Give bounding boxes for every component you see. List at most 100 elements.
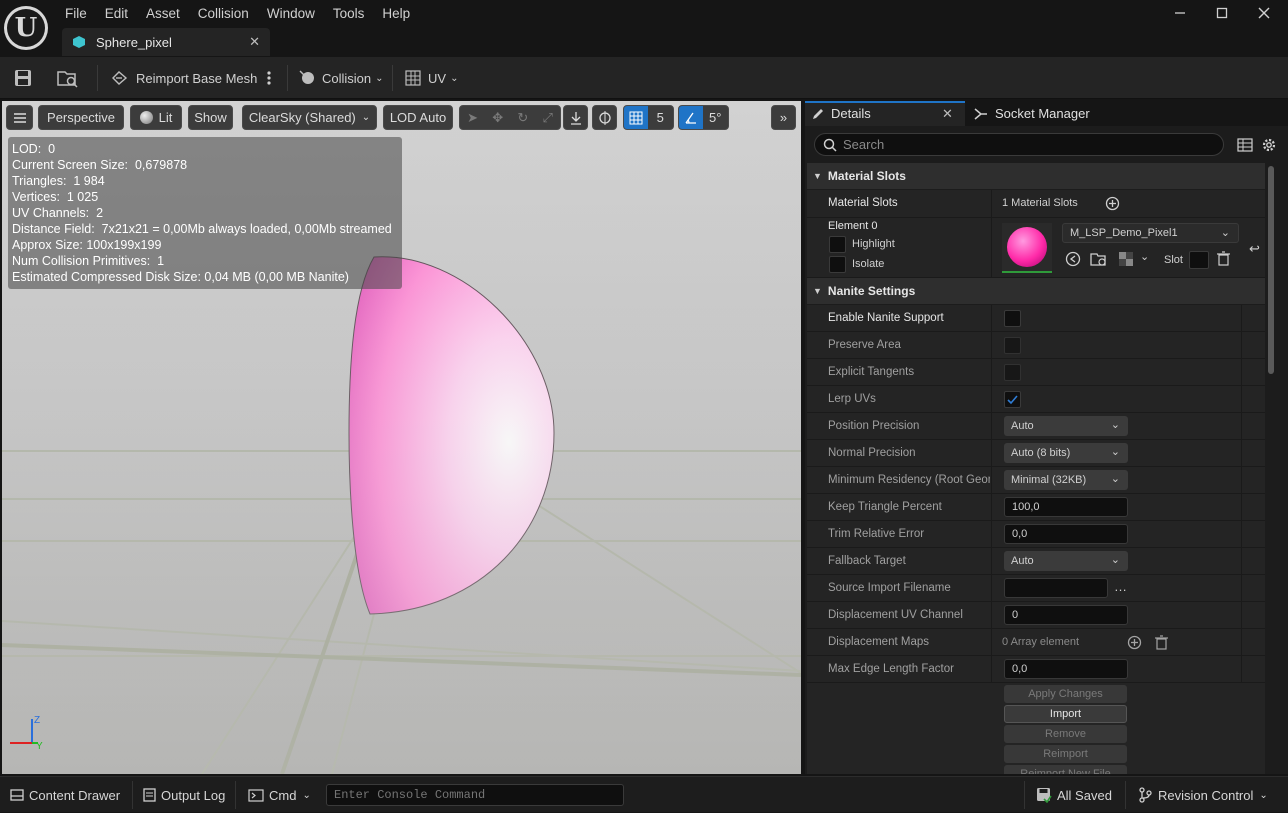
menu-edit[interactable]: Edit xyxy=(96,6,137,21)
element-label: Element 0 xyxy=(828,220,878,232)
position-precision-row: Position Precision Auto ⌄ xyxy=(807,413,1265,440)
viewport-menu-icon[interactable] xyxy=(6,105,33,130)
displacement-uv-channel-input[interactable]: 0 xyxy=(1004,605,1128,625)
close-tab-icon[interactable]: ✕ xyxy=(249,34,260,50)
enable-nanite-row: Enable Nanite Support xyxy=(807,305,1265,332)
normal-precision-dropdown[interactable]: Auto (8 bits) ⌄ xyxy=(1004,443,1128,463)
enable-nanite-checkbox[interactable] xyxy=(1004,310,1021,327)
explicit-tangents-checkbox[interactable] xyxy=(1004,364,1021,381)
slot-field[interactable] xyxy=(1189,251,1209,269)
delete-slot-icon[interactable] xyxy=(1217,251,1230,269)
grid-snap-value[interactable]: 5 xyxy=(648,110,673,125)
grid-snap-toggle[interactable]: 5 xyxy=(623,105,674,130)
log-icon xyxy=(143,788,156,802)
apply-changes-button[interactable]: Apply Changes xyxy=(1004,685,1127,703)
material-thumbnail[interactable] xyxy=(1002,223,1052,273)
minimize-icon[interactable] xyxy=(1160,0,1200,26)
expand-toolbar-icon[interactable]: » xyxy=(771,105,796,130)
minimum-residency-dropdown[interactable]: Minimal (32KB) ⌄ xyxy=(1004,470,1128,490)
reset-to-default-icon[interactable]: ↩ xyxy=(1249,241,1260,257)
console-command-input[interactable] xyxy=(334,788,614,802)
grid-snap-icon xyxy=(624,106,648,129)
search-input[interactable] xyxy=(843,137,1203,152)
preserve-area-checkbox[interactable] xyxy=(1004,337,1021,354)
stat-line: Vertices: 1 025 xyxy=(12,190,99,204)
output-log-button[interactable]: Output Log xyxy=(143,777,225,813)
max-edge-length-factor-input[interactable]: 0,0 xyxy=(1004,659,1128,679)
reimport-nanite-button[interactable]: Reimport xyxy=(1004,745,1127,763)
reimport-new-file-button[interactable]: Reimport New File xyxy=(1004,765,1127,774)
highlight-label: Highlight xyxy=(852,238,895,250)
menu-help[interactable]: Help xyxy=(373,6,419,21)
close-window-icon[interactable] xyxy=(1244,0,1284,26)
scale-icon[interactable]: ⤢ xyxy=(542,110,552,126)
sky-label: ClearSky (Shared) xyxy=(248,110,356,125)
chevron-down-icon: ⌄ xyxy=(1220,227,1230,239)
fallback-target-dropdown[interactable]: Auto ⌄ xyxy=(1004,551,1128,571)
tab-socket-manager[interactable]: Socket Manager xyxy=(973,101,1090,126)
source-import-filename-input[interactable] xyxy=(1004,578,1108,598)
viewport[interactable]: Perspective Lit Show ClearSky (Shared) ⌄… xyxy=(2,101,801,774)
keep-triangle-percent-input[interactable]: 100,0 xyxy=(1004,497,1128,517)
add-array-element-icon[interactable] xyxy=(1127,635,1142,653)
unreal-logo-icon[interactable]: U xyxy=(4,6,48,50)
lit-button[interactable]: Lit xyxy=(130,105,182,130)
rotation-snap-value[interactable]: 5° xyxy=(703,110,728,125)
menu-asset[interactable]: Asset xyxy=(137,6,189,21)
browse-asset-icon[interactable] xyxy=(56,57,80,99)
checker-texture-icon[interactable] xyxy=(1119,252,1133,269)
material-dropdown[interactable]: M_LSP_Demo_Pixel1 ⌄ xyxy=(1062,223,1239,243)
import-button[interactable]: Import xyxy=(1004,705,1127,723)
revision-control-dropdown[interactable]: Revision Control ⌄ xyxy=(1138,777,1268,813)
isolate-checkbox[interactable] xyxy=(829,256,846,273)
move-icon[interactable]: ✥ xyxy=(492,110,503,126)
rotate-icon[interactable]: ↻ xyxy=(517,110,528,126)
reimport-button[interactable]: Reimport Base Mesh xyxy=(110,57,257,99)
trim-relative-error-input[interactable]: 0,0 xyxy=(1004,524,1128,544)
add-slot-icon[interactable] xyxy=(1105,196,1120,214)
remove-button[interactable]: Remove xyxy=(1004,725,1127,743)
keep-triangle-percent-label: Keep Triangle Percent xyxy=(828,501,942,513)
cmd-dropdown[interactable]: Cmd ⌄ xyxy=(248,777,311,813)
category-nanite-settings[interactable]: ▼ Nanite Settings xyxy=(807,278,1265,304)
save-icon[interactable] xyxy=(13,57,33,99)
lerp-uvs-checkbox[interactable] xyxy=(1004,391,1021,408)
menu-file[interactable]: File xyxy=(56,6,96,21)
content-drawer-button[interactable]: Content Drawer xyxy=(10,777,120,813)
maximize-icon[interactable] xyxy=(1202,0,1242,26)
surface-snap-icon[interactable] xyxy=(563,105,588,130)
sky-dropdown[interactable]: ClearSky (Shared) ⌄ xyxy=(242,105,377,130)
save-status-icon xyxy=(1037,788,1052,803)
menu-collision[interactable]: Collision xyxy=(189,6,258,21)
rotation-snap-toggle[interactable]: 5° xyxy=(678,105,729,130)
lod-button[interactable]: LOD Auto xyxy=(383,105,453,130)
details-scrollbar[interactable] xyxy=(1267,166,1275,774)
menu-tools[interactable]: Tools xyxy=(324,6,374,21)
position-precision-dropdown[interactable]: Auto ⌄ xyxy=(1004,416,1128,436)
menu-window[interactable]: Window xyxy=(258,6,324,21)
lerp-uvs-label: Lerp UVs xyxy=(828,393,876,405)
browse-ellipsis-icon[interactable]: … xyxy=(1114,579,1127,594)
browse-folder-icon[interactable] xyxy=(1090,251,1108,270)
perspective-button[interactable]: Perspective xyxy=(38,105,124,130)
tab-sphere-pixel[interactable]: Sphere_pixel ✕ xyxy=(62,28,270,56)
tab-details[interactable]: Details xyxy=(811,101,871,126)
collision-dropdown[interactable]: Collision ⌄ xyxy=(298,57,384,99)
category-material-slots[interactable]: ▼ Material Slots xyxy=(807,163,1265,189)
use-selected-asset-icon[interactable] xyxy=(1065,251,1081,270)
chevron-down-icon: ⌄ xyxy=(302,789,311,801)
chevron-down-icon[interactable]: ⌄ xyxy=(1140,250,1149,263)
highlight-checkbox[interactable] xyxy=(829,236,846,253)
select-icon[interactable]: ➤ xyxy=(467,110,478,126)
settings-gear-icon[interactable] xyxy=(1261,137,1277,156)
table-view-icon[interactable] xyxy=(1237,137,1253,156)
close-details-icon[interactable]: ✕ xyxy=(942,101,953,126)
details-panel: Details ✕ Socket Manager ▼ Material Slot… xyxy=(805,101,1288,774)
reimport-options-icon[interactable] xyxy=(266,57,272,99)
uv-dropdown[interactable]: UV ⌄ xyxy=(404,57,458,99)
all-saved-button[interactable]: All Saved xyxy=(1036,777,1112,813)
scrollbar-thumb[interactable] xyxy=(1268,166,1274,374)
clear-array-icon[interactable] xyxy=(1155,635,1168,653)
show-button[interactable]: Show xyxy=(188,105,233,130)
world-local-icon[interactable] xyxy=(592,105,617,130)
